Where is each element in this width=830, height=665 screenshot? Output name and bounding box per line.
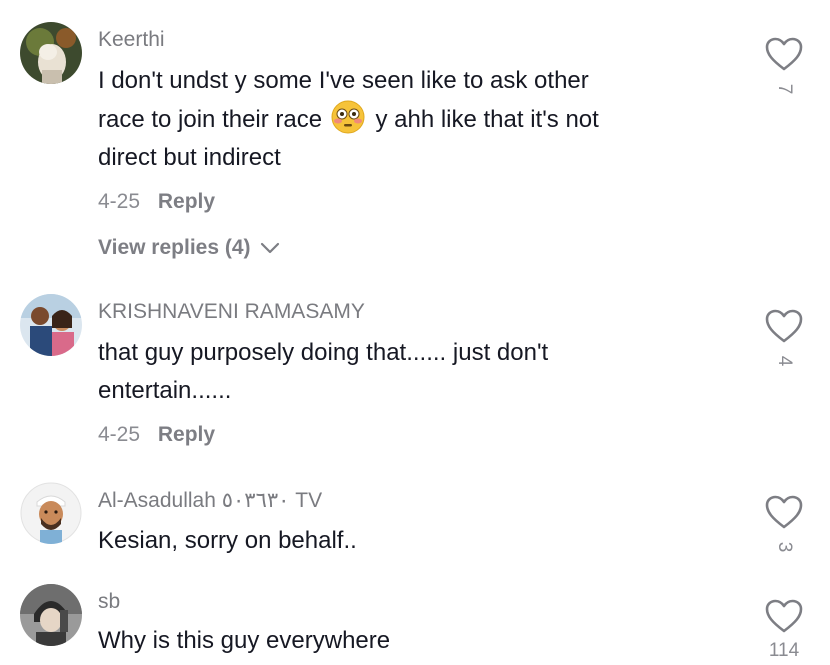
avatar-image bbox=[20, 584, 82, 646]
comment-date: 4-25 bbox=[98, 190, 141, 213]
comment-date: 4-25 bbox=[98, 423, 141, 446]
avatar[interactable] bbox=[20, 294, 82, 356]
comment-text-fragment: race to join their race bbox=[98, 106, 323, 133]
comment-text-fragment: y ahh like that it's not bbox=[375, 106, 599, 133]
avatar[interactable] bbox=[20, 22, 82, 84]
comment-meta: 4-25 Reply bbox=[98, 190, 215, 214]
like-button[interactable]: 3 bbox=[762, 494, 806, 558]
chevron-down-icon bbox=[260, 242, 279, 254]
avatar-image bbox=[20, 482, 82, 544]
like-button[interactable]: 4 bbox=[762, 308, 806, 372]
comment-text: Why is this guy everywhere bbox=[98, 622, 738, 660]
reply-button[interactable]: Reply bbox=[158, 423, 215, 446]
comment-item: sb Why is this guy everywhere 114 bbox=[0, 580, 830, 665]
username[interactable]: Al-Asadullah ٥٠٣٦٣٠ TV bbox=[98, 488, 322, 513]
comment-meta: 4-25 Reply bbox=[98, 423, 215, 447]
like-count: 114 bbox=[768, 640, 800, 661]
comment-item: Keerthi I don't undst y some I've seen l… bbox=[0, 0, 830, 280]
comment-text-line: race to join their race y ahh like that … bbox=[98, 100, 738, 139]
username[interactable]: KRISHNAVENI RAMASAMY bbox=[98, 300, 365, 324]
comment-text: that guy purposely doing that...... just… bbox=[98, 334, 738, 410]
flushed-face-emoji-icon bbox=[331, 100, 365, 134]
avatar-image bbox=[20, 22, 82, 84]
like-count: 7 bbox=[774, 83, 795, 95]
comment-text-line: entertain...... bbox=[98, 377, 232, 404]
like-button[interactable]: 7 bbox=[762, 36, 806, 100]
comment-item: KRISHNAVENI RAMASAMY that guy purposely … bbox=[0, 280, 830, 470]
comment-text: I don't undst y some I've seen like to a… bbox=[98, 62, 738, 177]
like-button[interactable]: 114 bbox=[762, 598, 806, 662]
comment-text-line: that guy purposely doing that...... just… bbox=[98, 339, 549, 366]
like-count: 4 bbox=[774, 355, 795, 367]
like-count: 3 bbox=[774, 541, 795, 553]
avatar[interactable] bbox=[20, 482, 82, 544]
comment-text-line: direct but indirect bbox=[98, 144, 281, 171]
comment-text-line: I don't undst y some I've seen like to a… bbox=[98, 67, 589, 94]
comment-text-line: Kesian, sorry on behalf.. bbox=[98, 527, 357, 554]
avatar-image bbox=[20, 294, 82, 356]
comment-item: Al-Asadullah ٥٠٣٦٣٠ TV Kesian, sorry on … bbox=[0, 470, 830, 580]
reply-button[interactable]: Reply bbox=[158, 190, 215, 213]
view-replies-button[interactable]: View replies (4) bbox=[98, 236, 281, 260]
comment-text: Kesian, sorry on behalf.. bbox=[98, 522, 738, 560]
heart-outline-icon bbox=[765, 599, 803, 633]
avatar[interactable] bbox=[20, 584, 82, 646]
username[interactable]: sb bbox=[98, 590, 120, 614]
view-replies-label: View replies (4) bbox=[98, 236, 251, 259]
comment-text-line: Why is this guy everywhere bbox=[98, 627, 391, 654]
username[interactable]: Keerthi bbox=[98, 28, 165, 52]
